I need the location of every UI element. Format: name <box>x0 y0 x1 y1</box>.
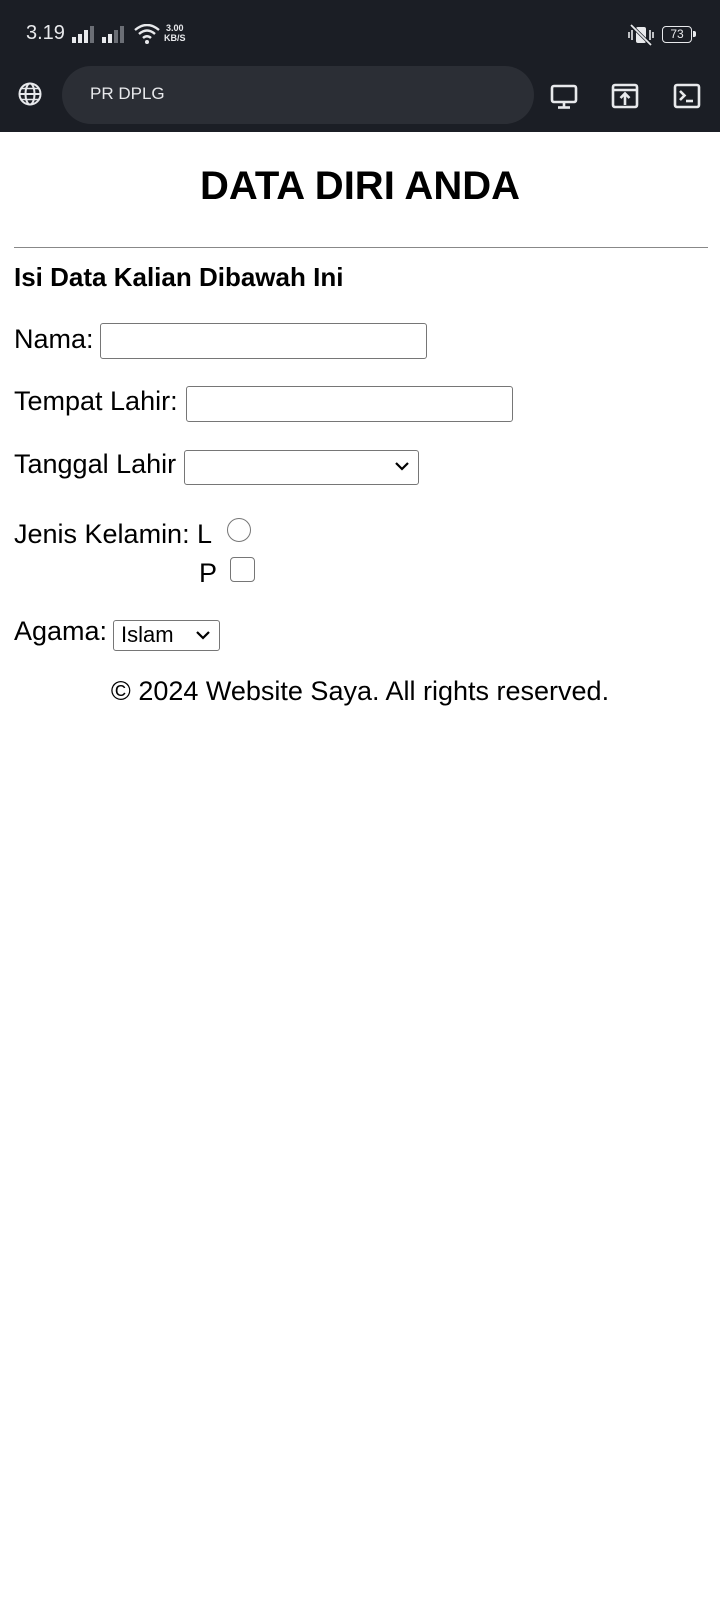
status-time: 3.19 <box>26 22 65 44</box>
agama-select[interactable]: Islam <box>113 620 220 651</box>
jenis-kelamin-label: Jenis Kelamin: <box>14 519 190 549</box>
cell-signal-icon <box>72 26 94 43</box>
wifi-icon <box>134 24 160 44</box>
gender-p-checkbox[interactable] <box>230 557 255 582</box>
network-speed: 3.00 KB/S <box>164 23 186 43</box>
nama-label: Nama: <box>14 324 94 354</box>
nama-input[interactable] <box>100 323 427 359</box>
gender-l-label: L <box>197 519 213 549</box>
globe-icon[interactable] <box>17 81 43 107</box>
terminal-console-icon[interactable] <box>669 78 705 114</box>
horizontal-divider <box>14 247 708 248</box>
footer-copyright: © 2024 Website Saya. All rights reserved… <box>110 676 610 706</box>
tempat-lahir-input[interactable] <box>186 386 513 422</box>
net-speed-value: 3.00 <box>165 23 184 33</box>
gender-p-label: P <box>199 558 218 588</box>
browser-toolbar: PR DPLG <box>0 66 720 132</box>
chevron-down-icon <box>196 631 210 640</box>
form-subtitle: Isi Data Kalian Dibawah Ini <box>14 262 344 292</box>
agama-label: Agama: <box>14 616 108 646</box>
share-upload-icon[interactable] <box>607 78 643 114</box>
gender-l-radio[interactable] <box>227 518 251 542</box>
battery-indicator: 73 <box>662 26 696 43</box>
agama-selected-value: Islam <box>121 622 174 647</box>
net-speed-unit: KB/S <box>164 33 186 43</box>
tanggal-lahir-select[interactable] <box>184 450 419 485</box>
desktop-mode-icon[interactable] <box>546 78 582 114</box>
page-title: DATA DIRI ANDA <box>200 164 520 208</box>
tanggal-lahir-label: Tanggal Lahir <box>14 449 177 479</box>
page-title-in-address-bar: PR DPLG <box>90 84 165 103</box>
tempat-lahir-label: Tempat Lahir: <box>14 386 178 416</box>
cell-signal-2-icon <box>102 26 124 43</box>
address-bar[interactable]: PR DPLG <box>62 66 534 124</box>
status-bar: 3.19 3.00 KB/S 73 <box>0 0 720 66</box>
vibrate-mute-icon <box>628 24 654 46</box>
chevron-down-icon <box>395 462 409 471</box>
